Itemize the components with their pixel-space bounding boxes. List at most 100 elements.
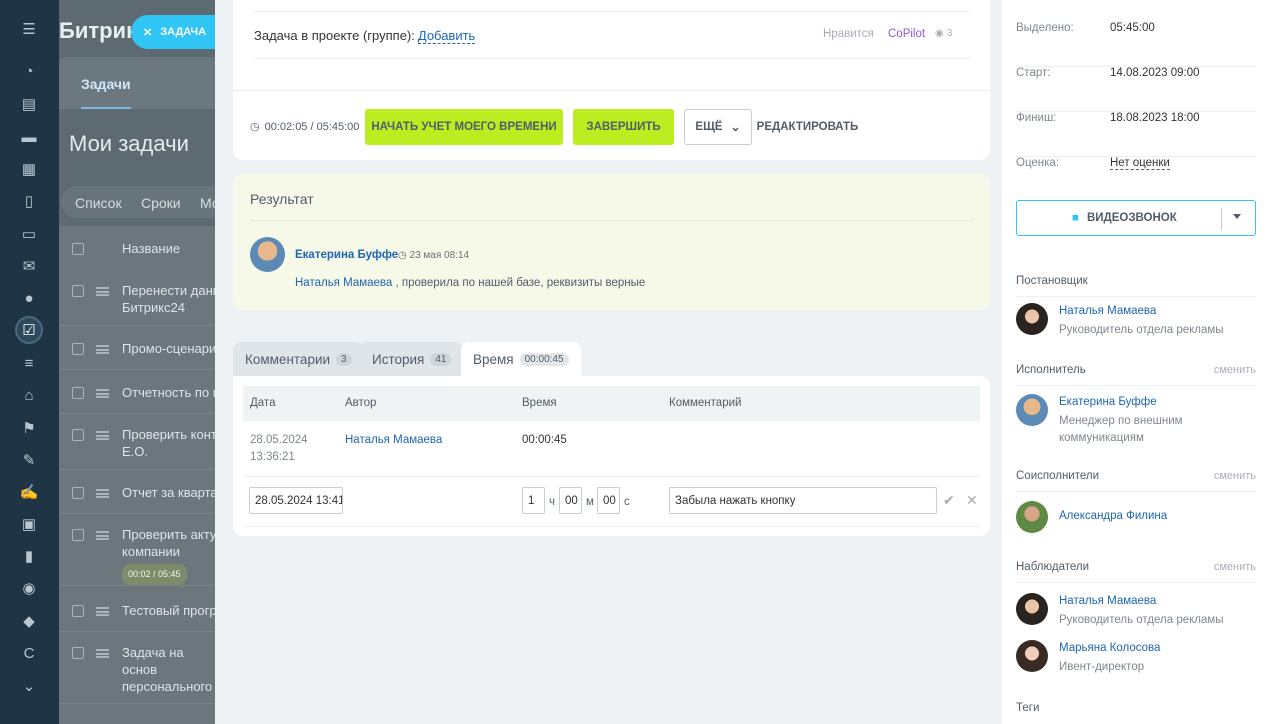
analytics-icon[interactable]: ▮ [17, 544, 41, 568]
bank-icon[interactable]: ⌂ [17, 383, 41, 407]
table-row[interactable]: Проверить конт Е.О. [59, 426, 219, 470]
avatar[interactable] [1016, 303, 1048, 335]
robot-icon[interactable]: ◉ [17, 576, 41, 600]
avatar[interactable] [1016, 640, 1048, 672]
chat-icon[interactable]: ▬ [17, 125, 41, 149]
table-row[interactable]: Отчет за кварта [59, 484, 219, 514]
view-list[interactable]: Список [75, 195, 122, 211]
row-checkbox[interactable] [72, 387, 84, 399]
row-menu-icon[interactable] [96, 607, 109, 616]
tab-tasks[interactable]: Задачи [81, 76, 131, 109]
cart-icon[interactable]: ⚑ [17, 416, 41, 440]
tab-history[interactable]: История 41 [360, 342, 464, 376]
avatar[interactable] [250, 237, 285, 272]
person-name[interactable]: Марьяна Колосова [1059, 642, 1160, 654]
document-icon[interactable]: ▯ [17, 189, 41, 213]
mail-icon[interactable]: ✉ [17, 254, 41, 278]
row-menu-icon[interactable] [96, 389, 109, 398]
crm-letter-icon[interactable]: C [17, 641, 41, 665]
divider [253, 11, 970, 12]
avatar[interactable] [1016, 593, 1048, 625]
menu-hamburger-icon[interactable]: ☰ [17, 17, 41, 41]
more-icon[interactable]: ⌄ [17, 674, 41, 698]
card-icon[interactable]: ▣ [17, 512, 41, 536]
date-input[interactable]: 28.05.2024 13:41 [249, 487, 343, 514]
box-icon[interactable]: ◆ [17, 609, 41, 633]
calendar-icon[interactable]: ▦ [17, 157, 41, 181]
table-row[interactable]: Отчетность по м [59, 384, 219, 414]
grid-header: Название [59, 240, 219, 270]
seconds-input[interactable]: 00 [597, 487, 620, 514]
cancel-close-icon[interactable]: ✕ [966, 492, 978, 509]
timer-badge[interactable]: 00:02 / 05:45 [122, 564, 187, 585]
left-nav-rail: ☰ ◔ ▤ ▬ ▦ ▯ ▭ ✉ ● ☑ ≡ ⌂ ⚑ ✎ ✍ ▣ ▮ ◉ ◆ C … [0, 0, 59, 724]
table-row[interactable]: Перенести данн Битрикс24 [59, 282, 219, 326]
row-checkbox[interactable] [72, 285, 84, 297]
task-title[interactable]: Проверить конт Е.О. [122, 426, 219, 460]
project-add-link[interactable]: Добавить [417, 28, 476, 44]
task-title[interactable]: Промо-сценари [122, 340, 219, 357]
row-menu-icon[interactable] [96, 287, 109, 296]
news-icon[interactable]: ▤ [17, 92, 41, 116]
person-name[interactable]: Екатерина Буффе [1059, 396, 1157, 408]
task-title[interactable]: Проверить акту компании [122, 526, 219, 560]
row-checkbox[interactable] [72, 429, 84, 441]
drive-icon[interactable]: ▭ [17, 222, 41, 246]
task-title[interactable]: Перенести данн Битрикс24 [122, 282, 219, 316]
row-checkbox[interactable] [72, 605, 84, 617]
table-row[interactable]: Задача на основ персонального Екатерина … [59, 644, 219, 704]
like-link[interactable]: Нравится [823, 28, 874, 40]
person-name[interactable]: Наталья Мамаева [1059, 305, 1156, 317]
save-check-icon[interactable]: ✔ [943, 492, 955, 509]
avatar[interactable] [1016, 501, 1048, 533]
change-link[interactable]: сменить [1214, 364, 1256, 376]
row-author[interactable]: Наталья Мамаева [345, 434, 442, 446]
task-title[interactable]: Тестовый прогр [122, 602, 219, 619]
task-slider-label[interactable]: ✕ ЗАДАЧА [131, 15, 219, 49]
finish-button[interactable]: ЗАВЕРШИТЬ [573, 109, 674, 145]
person-name[interactable]: Наталья Мамаева [1059, 595, 1156, 607]
row-checkbox[interactable] [72, 647, 84, 659]
select-all-checkbox[interactable] [72, 243, 84, 255]
row-menu-icon[interactable] [96, 649, 109, 658]
edit-button[interactable]: РЕДАКТИРОВАТЬ [757, 109, 859, 145]
row-checkbox[interactable] [72, 529, 84, 541]
more-button[interactable]: ЕЩЁ ⌄ [684, 109, 752, 145]
row-checkbox[interactable] [72, 343, 84, 355]
row-checkbox[interactable] [72, 487, 84, 499]
avatar[interactable] [1016, 394, 1048, 426]
checklist-icon[interactable]: ✎ [17, 448, 41, 472]
group-icon[interactable]: ● [17, 286, 41, 310]
row-menu-icon[interactable] [96, 345, 109, 354]
feed-icon[interactable]: ◔ [17, 59, 41, 83]
change-link[interactable]: сменить [1214, 561, 1256, 573]
table-row[interactable]: Тестовый прогр [59, 602, 219, 632]
copilot-link[interactable]: CoPilot [888, 28, 925, 40]
video-call-button[interactable]: ■ ВИДЕОЗВОНОК [1016, 200, 1256, 236]
tab-time[interactable]: Время 00:00:45 [461, 342, 581, 376]
close-icon[interactable]: ✕ [143, 26, 152, 39]
comment-input[interactable]: Забыла нажать кнопку [669, 487, 937, 514]
table-row[interactable]: Проверить акту компании 00:02 / 05:45 [59, 526, 219, 586]
result-author[interactable]: Екатерина Буффе [295, 249, 398, 261]
task-title[interactable]: Отчетность по м [122, 384, 219, 401]
view-deadlines[interactable]: Сроки [141, 195, 181, 211]
rating-link[interactable]: Нет оценки [1110, 157, 1170, 170]
change-link[interactable]: сменить [1214, 470, 1256, 482]
chevron-down-icon[interactable] [1233, 214, 1241, 219]
tasks-icon[interactable]: ☑ [15, 316, 43, 344]
row-menu-icon[interactable] [96, 431, 109, 440]
row-menu-icon[interactable] [96, 489, 109, 498]
sign-icon[interactable]: ✍ [17, 480, 41, 504]
minutes-input[interactable]: 00 [559, 487, 582, 514]
start-time-tracking-button[interactable]: НАЧАТЬ УЧЕТ МОЕГО ВРЕМЕНИ [365, 109, 563, 145]
tab-comments[interactable]: Комментарии 3 [233, 342, 364, 376]
hours-input[interactable]: 1 [522, 487, 545, 514]
filter-icon[interactable]: ≡ [17, 351, 41, 375]
person-name[interactable]: Александра Филина [1059, 510, 1167, 522]
table-row[interactable]: Промо-сценари [59, 340, 219, 370]
task-title[interactable]: Задача на основ персонального Екатерина … [122, 644, 219, 696]
row-menu-icon[interactable] [96, 531, 109, 540]
task-title[interactable]: Отчет за кварта [122, 484, 219, 501]
mention-link[interactable]: Наталья Мамаева [295, 277, 392, 289]
